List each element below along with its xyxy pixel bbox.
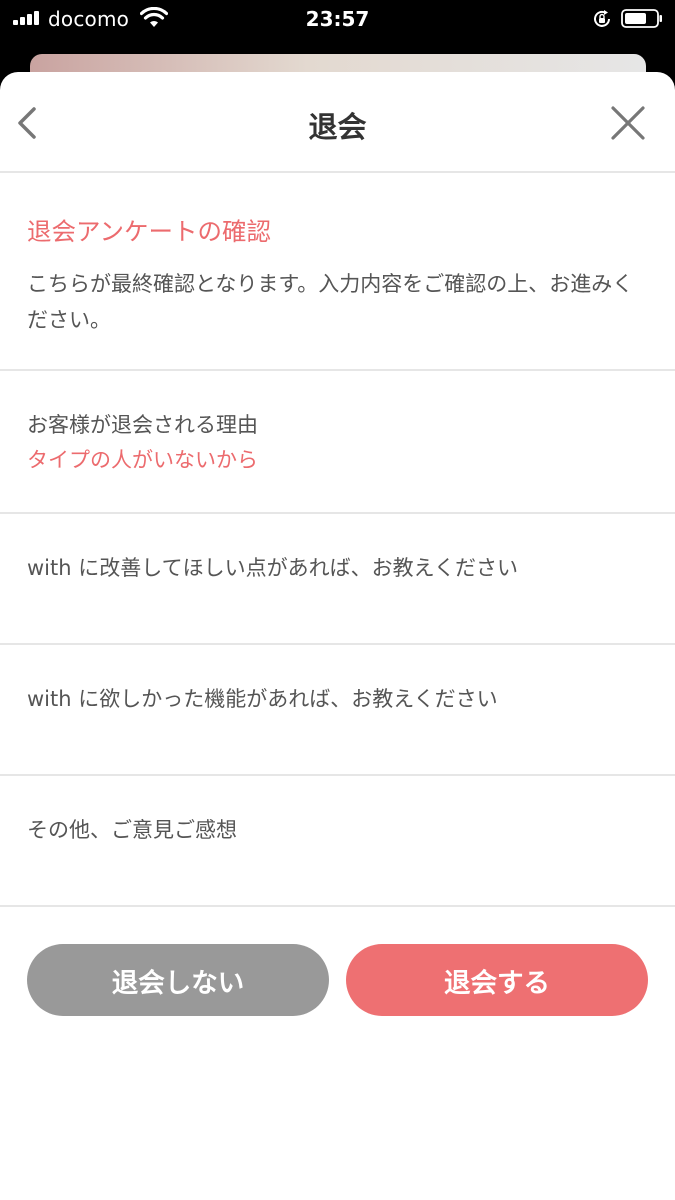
- withdraw-sheet: 退会 退会アンケートの確認 こちらが最終確認となります。入力内容をご確認の上、お…: [0, 72, 675, 1200]
- question-label-improvement: with に改善してほしい点があれば、お教えください: [27, 556, 518, 580]
- confirm-withdraw-button[interactable]: 退会する: [346, 944, 648, 1016]
- survey-confirm-description: こちらが最終確認となります。入力内容をご確認の上、お進みください。: [27, 272, 634, 332]
- question-label-features: with に欲しかった機能があれば、お教えください: [27, 687, 498, 711]
- page-title: 退会: [308, 110, 367, 144]
- survey-question-item: with に改善してほしい点があれば、お教えください: [0, 514, 675, 645]
- survey-confirm-title: 退会アンケートの確認: [27, 217, 272, 246]
- cancel-withdraw-button[interactable]: 退会しない: [27, 944, 329, 1016]
- question-label-other: その他、ご意見ご感想: [27, 818, 237, 842]
- battery-icon: [621, 9, 662, 28]
- clock: 23:57: [305, 7, 370, 31]
- survey-question-item: その他、ご意見ご感想: [0, 776, 675, 907]
- withdraw-reason-label: お客様が退会される理由: [27, 413, 258, 437]
- navigation-bar: 退会: [0, 72, 675, 173]
- survey-intro: 退会アンケートの確認 こちらが最終確認となります。入力内容をご確認の上、お進みく…: [0, 173, 675, 371]
- survey-question-item: with に欲しかった機能があれば、お教えください: [0, 645, 675, 776]
- status-bar: docomo 23:57: [0, 0, 675, 40]
- withdraw-reason-answer: タイプの人がいないから: [27, 448, 258, 472]
- close-icon[interactable]: [608, 103, 648, 143]
- rotation-lock-icon: [594, 10, 610, 27]
- withdraw-reason-item: お客様が退会される理由 タイプの人がいないから: [0, 371, 675, 514]
